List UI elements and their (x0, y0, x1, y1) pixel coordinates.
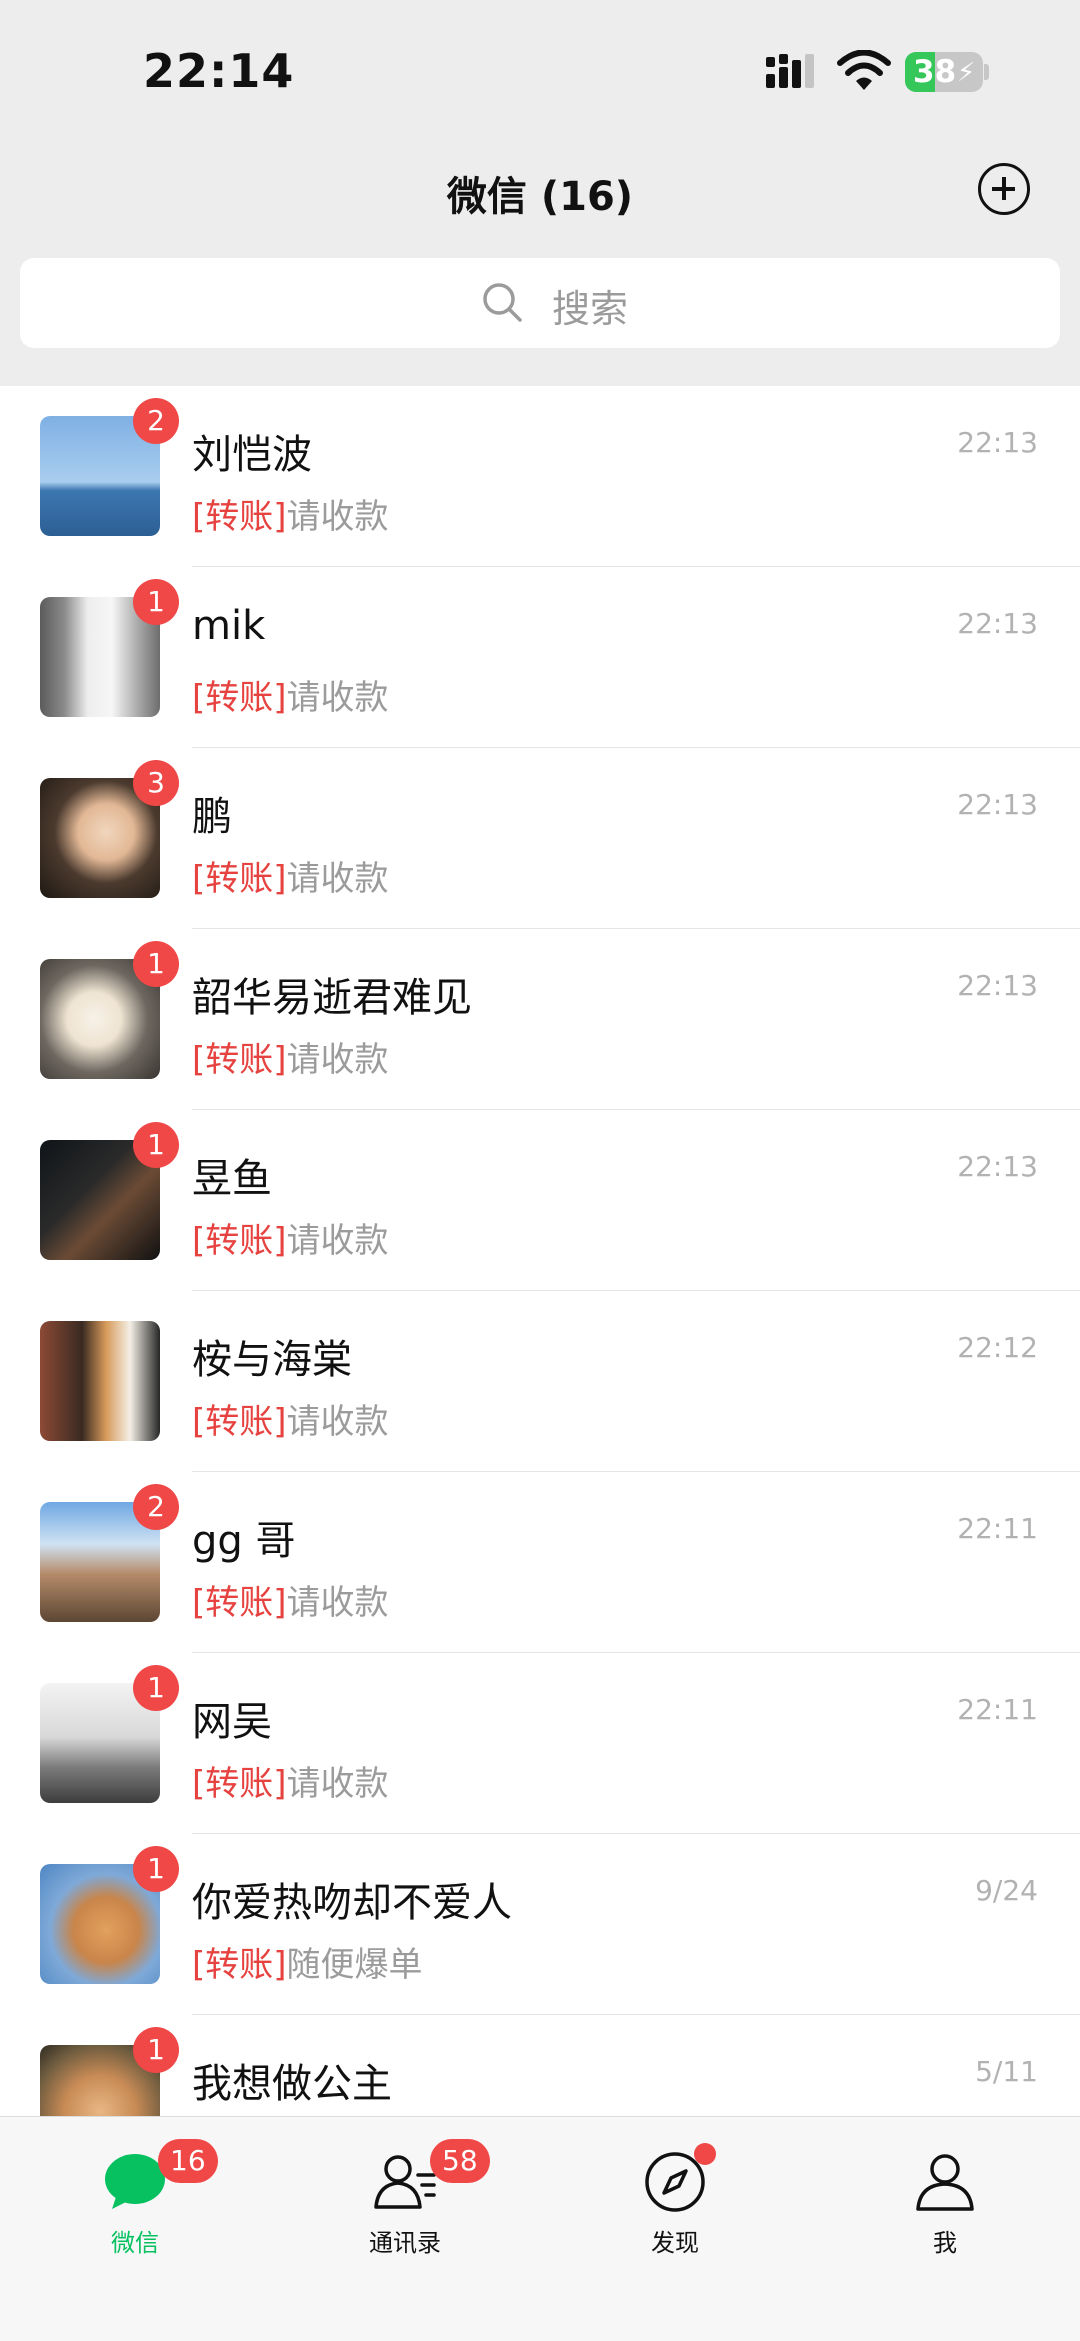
chat-time: 5/11 (975, 2055, 1038, 2088)
chat-time: 22:13 (957, 1150, 1038, 1183)
page-title: 微信 (16) (446, 174, 634, 220)
preview-text: 请收款 (286, 678, 389, 718)
contacts-icon (374, 2155, 436, 2209)
chat-preview: [转账]请收款 (192, 1575, 389, 1624)
chat-preview: [转账]请收款 (192, 1032, 389, 1081)
chat-row[interactable]: 3 鹏 22:13 [转账]请收款 (0, 748, 1080, 929)
preview-text: 请收款 (286, 1402, 389, 1442)
transfer-tag: [转账] (192, 1764, 287, 1804)
unread-badge: 1 (133, 1122, 179, 1168)
battery-level: 38 (913, 54, 957, 90)
chat-row[interactable]: 2 gg 哥 22:11 [转账]请收款 (0, 1472, 1080, 1653)
unread-badge: 1 (133, 1846, 179, 1892)
tab-badge: 58 (430, 2139, 490, 2183)
chat-time: 22:13 (957, 969, 1038, 1002)
chat-preview: [转账]请收款 (192, 1394, 389, 1443)
preview-text: 随便爆单 (286, 1945, 423, 1985)
cellular-signal-icon (766, 54, 814, 88)
chat-preview: [转账]随便爆单 (192, 1937, 423, 1986)
chat-row[interactable]: 2 刘恺波 22:13 [转账]请收款 (0, 386, 1080, 567)
chat-name: 昱鱼 (192, 1156, 272, 1202)
chat-name: 鹏 (192, 794, 232, 840)
unread-badge: 1 (133, 941, 179, 987)
chat-time: 22:13 (957, 788, 1038, 821)
chat-time: 22:11 (957, 1693, 1038, 1726)
chat-row[interactable]: 1 韶华易逝君难见 22:13 [转账]请收款 (0, 929, 1080, 1110)
transfer-tag: [转账] (192, 1583, 287, 1623)
unread-badge: 2 (133, 1484, 179, 1530)
chat-row[interactable]: 桉与海棠 22:12 [转账]请收款 (0, 1291, 1080, 1472)
tab-me[interactable]: 我 (860, 2143, 1030, 2263)
preview-text: 请收款 (286, 1764, 389, 1804)
unread-badge: 1 (133, 1665, 179, 1711)
tab-label: 发现 (651, 2229, 699, 2257)
chat-time: 9/24 (975, 1874, 1038, 1907)
unread-badge: 3 (133, 760, 179, 806)
chat-time: 22:13 (957, 426, 1038, 459)
chat-name: 刘恺波 (192, 432, 312, 478)
tab-badge: 16 (158, 2139, 218, 2183)
search-input[interactable]: 搜索 (20, 258, 1060, 348)
chat-preview: [转账]请收款 (192, 489, 389, 538)
chat-row[interactable]: 1 我想做公主 5/11 (0, 2015, 1080, 2116)
notification-dot (694, 2143, 716, 2165)
chat-name: 桉与海棠 (192, 1337, 352, 1383)
preview-text: 请收款 (286, 1040, 389, 1080)
transfer-tag: [转账] (192, 1040, 287, 1080)
transfer-tag: [转账] (192, 1945, 287, 1985)
tab-label: 微信 (111, 2229, 159, 2257)
search-placeholder: 搜索 (552, 287, 629, 331)
charging-bolt-icon: ⚡ (957, 58, 976, 88)
battery-cap (984, 64, 989, 80)
unread-badge: 1 (133, 579, 179, 625)
unread-badge: 1 (133, 2027, 179, 2073)
tab-discover[interactable]: 发现 (590, 2143, 760, 2263)
add-button[interactable] (978, 163, 1030, 215)
tab-label: 通讯录 (369, 2229, 441, 2257)
battery-icon: 38 ⚡ (905, 52, 983, 92)
chat-preview: [转账]请收款 (192, 851, 389, 900)
chat-name: 网吴 (192, 1699, 272, 1745)
search-icon (483, 283, 522, 322)
transfer-tag: [转账] (192, 1402, 287, 1442)
chat-name: 韶华易逝君难见 (192, 975, 472, 1021)
tab-contacts[interactable]: 58 通讯录 (320, 2139, 490, 2263)
wifi-icon (837, 50, 891, 90)
chat-preview: [转账]请收款 (192, 1213, 389, 1262)
chat-name: 你爱热吻却不爱人 (192, 1880, 512, 1926)
transfer-tag: [转账] (192, 859, 287, 899)
chat-preview: [转账]请收款 (192, 670, 389, 719)
tab-bar: 16 微信 58 通讯录 发现 我 (0, 2116, 1080, 2341)
chat-time: 22:12 (957, 1331, 1038, 1364)
unread-badge: 2 (133, 398, 179, 444)
chat-row[interactable]: 1 网吴 22:11 [转账]请收款 (0, 1653, 1080, 1834)
chat-row[interactable]: 1 你爱热吻却不爱人 9/24 [转账]随便爆单 (0, 1834, 1080, 2015)
chat-row[interactable]: 1 mik 22:13 [转账]请收款 (0, 567, 1080, 748)
transfer-tag: [转账] (192, 497, 287, 537)
chat-name: 我想做公主 (192, 2061, 392, 2107)
tab-label: 我 (933, 2229, 957, 2257)
chat-name: gg 哥 (192, 1518, 296, 1564)
preview-text: 请收款 (286, 1583, 389, 1623)
tab-wechat[interactable]: 16 微信 (50, 2139, 220, 2263)
transfer-tag: [转账] (192, 1221, 287, 1261)
chat-name: mik (192, 603, 266, 649)
preview-text: 请收款 (286, 497, 389, 537)
transfer-tag: [转账] (192, 678, 287, 718)
person-icon (916, 2154, 974, 2211)
status-time: 22:14 (143, 44, 295, 98)
preview-text: 请收款 (286, 1221, 389, 1261)
chat-list: 2 刘恺波 22:13 [转账]请收款 1 mik 22:13 [转账]请收款 3 鹏 22:13[… (0, 386, 1080, 2116)
nav-bar: 微信 (16) (0, 140, 1080, 240)
status-bar: 22:14 38 ⚡ (0, 0, 1080, 135)
chat-time: 22:13 (957, 607, 1038, 640)
chat-time: 22:11 (957, 1512, 1038, 1545)
preview-text: 请收款 (286, 859, 389, 899)
avatar (40, 1321, 160, 1441)
chat-preview: [转账]请收款 (192, 1756, 389, 1805)
chat-row[interactable]: 1 昱鱼 22:13 [转账]请收款 (0, 1110, 1080, 1291)
